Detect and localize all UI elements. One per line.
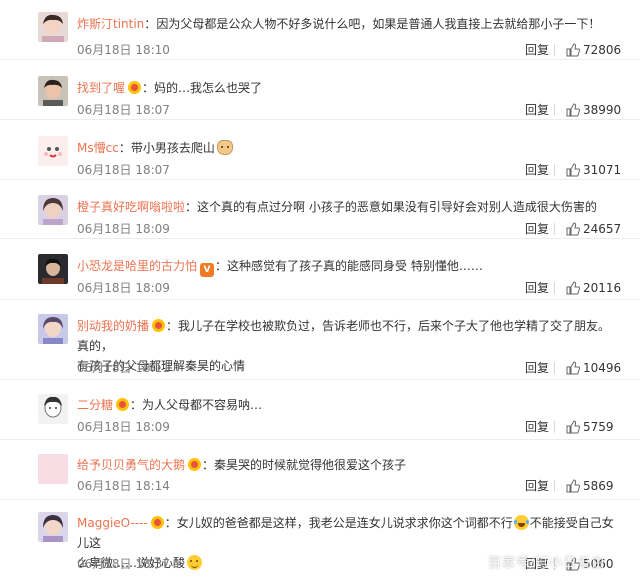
like-button[interactable]: 10496 [566, 358, 621, 378]
comment-username[interactable]: 炸斯汀tintin [77, 17, 144, 31]
comment-item: 给予贝贝勇气的大鹅 ：秦昊哭的时候就觉得他很爱这个孩子 06月18日 18:14 … [0, 440, 640, 500]
comment-time: 06月18日 18:11 [77, 361, 170, 375]
divider [554, 104, 555, 116]
dog-emoji-icon [216, 140, 233, 155]
verified-badge-icon: V [200, 263, 215, 277]
like-count: 20116 [583, 281, 622, 295]
comment-time: 06月18日 18:09 [77, 420, 170, 434]
avatar[interactable] [38, 512, 68, 542]
comment-time: 06月18日 18:09 [77, 222, 170, 236]
comment-text: 为人父母都不容易呐… [142, 398, 263, 412]
like-button[interactable]: 72806 [566, 40, 621, 60]
thumbs-up-icon [566, 281, 581, 295]
reply-button[interactable]: 回复 [525, 278, 549, 298]
like-count: 38990 [583, 103, 622, 117]
reply-button[interactable]: 回复 [525, 417, 549, 437]
like-button[interactable]: 31071 [566, 160, 621, 180]
like-count: 31071 [583, 163, 622, 177]
thumbs-up-icon [566, 103, 581, 117]
divider [554, 223, 555, 235]
thumbs-up-icon [566, 361, 581, 375]
comment-text: 妈的…我怎么也哭了 [154, 81, 263, 95]
thumbs-up-icon [566, 43, 581, 57]
like-count: 5759 [583, 420, 614, 434]
comment-item: 别动我的奶播 ：我儿子在学校也被欺负过，告诉老师也不行，后来个子大了他也学精了交了… [0, 300, 640, 380]
comment-time: 06月18日 18:10 [77, 43, 170, 57]
like-button[interactable]: 5869 [566, 476, 614, 496]
thumbs-up-icon [566, 163, 581, 177]
like-button[interactable]: 20116 [566, 278, 621, 298]
comment-text: 因为父母都是公众人物不好多说什么吧，如果是普通人我直接上去就给那小子一下！ [156, 17, 601, 31]
comment-item: 小恐龙是哈里的古力怕 V ：这种感觉有了孩子真的能感同身受 特别懂他…… 06月18… [0, 239, 640, 300]
comment-username[interactable]: 给予贝贝勇气的大鹅 [77, 458, 185, 472]
comment-time: 06月18日 18:14 [77, 479, 170, 493]
comment-username[interactable]: 别动我的奶播 [77, 319, 149, 333]
comment-item: 二分糖 ：为人父母都不容易呐… 06月18日 18:09 回复 5759 [0, 380, 640, 440]
comment-item: 炸斯汀tintin：因为父母都是公众人物不好多说什么吧，如果是普通人我直接上去就… [0, 0, 640, 60]
reply-button[interactable]: 回复 [525, 358, 549, 378]
reply-button[interactable]: 回复 [525, 40, 549, 60]
like-button[interactable]: 5759 [566, 417, 614, 437]
vip-badge-icon [116, 398, 130, 411]
divider [554, 44, 555, 56]
thumbs-up-icon [566, 222, 581, 236]
avatar[interactable] [38, 195, 68, 225]
comment-username[interactable]: 找到了喔 [77, 81, 125, 95]
comment-time: 06月18日 18:07 [77, 103, 170, 117]
watermark: 百家号/町小日自由 [488, 556, 606, 571]
thumbs-up-icon [566, 479, 581, 493]
comment-item: Ms懵cc：带小男孩去爬山 06月18日 18:07 回复 31071 [0, 120, 640, 180]
vip-badge-icon [150, 516, 164, 529]
thumbs-up-icon [566, 420, 581, 434]
like-button[interactable]: 24657 [566, 219, 621, 239]
divider [554, 362, 555, 374]
avatar[interactable] [38, 314, 68, 344]
divider [554, 480, 555, 492]
reply-button[interactable]: 回复 [525, 100, 549, 120]
comment-text: 带小男孩去爬山 [130, 141, 215, 155]
comment-text: 这种感觉有了孩子真的能感同身受 特别懂他…… [227, 259, 483, 273]
avatar[interactable] [38, 394, 68, 424]
reply-button[interactable]: 回复 [525, 160, 549, 180]
avatar[interactable] [38, 12, 68, 42]
avatar[interactable] [38, 454, 68, 484]
vip-badge-icon [188, 458, 202, 471]
vip-badge-icon [128, 81, 142, 94]
comment-text: 女儿奴的爸爸都是这样，我老公是连女儿说求求你这个词都不行 [176, 516, 513, 530]
comment-text: 秦昊哭的时候就觉得他很爱这个孩子 [214, 458, 407, 472]
divider [554, 164, 555, 176]
comment-username[interactable]: 小恐龙是哈里的古力怕 [77, 259, 197, 273]
reply-button[interactable]: 回复 [525, 476, 549, 496]
like-count: 10496 [583, 361, 622, 375]
like-count: 72806 [583, 43, 622, 57]
comment-item: 橙子真好吃啊嗡啦啦：这个真的有点过分啊 小孩子的恶意如果没有引导好会对别人造成很… [0, 180, 640, 239]
avatar[interactable] [38, 136, 68, 166]
like-count: 5869 [583, 479, 614, 493]
reply-button[interactable]: 回复 [525, 219, 549, 239]
comment-text: 这个真的有点过分啊 小孩子的恶意如果没有引导好会对别人造成很大伤害的 [197, 200, 597, 214]
divider [554, 282, 555, 294]
avatar[interactable] [38, 254, 68, 284]
like-button[interactable]: 38990 [566, 100, 621, 120]
avatar[interactable] [38, 76, 68, 106]
vip-badge-icon [152, 319, 166, 332]
comment-time: 06月18日 18:09 [77, 281, 170, 295]
like-count: 24657 [583, 222, 622, 236]
comment-username[interactable]: MaggieO---- [77, 516, 148, 530]
comment-username[interactable]: 二分糖 [77, 398, 113, 412]
laugh-cry-emoji-icon [513, 515, 529, 530]
comment-item: 找到了喔 ：妈的…我怎么也哭了 06月18日 18:07 回复 38990 [0, 60, 640, 120]
comment-username[interactable]: Ms懵cc [77, 141, 119, 155]
comment-username[interactable]: 橙子真好吃啊嗡啦啦 [77, 200, 185, 214]
comment-list: 炸斯汀tintin：因为父母都是公众人物不好多说什么吧，如果是普通人我直接上去就… [0, 0, 640, 580]
divider [554, 421, 555, 433]
comment-time: 06月18日 18:07 [77, 163, 170, 177]
comment-time: 06月18日 18:37 [77, 557, 170, 571]
